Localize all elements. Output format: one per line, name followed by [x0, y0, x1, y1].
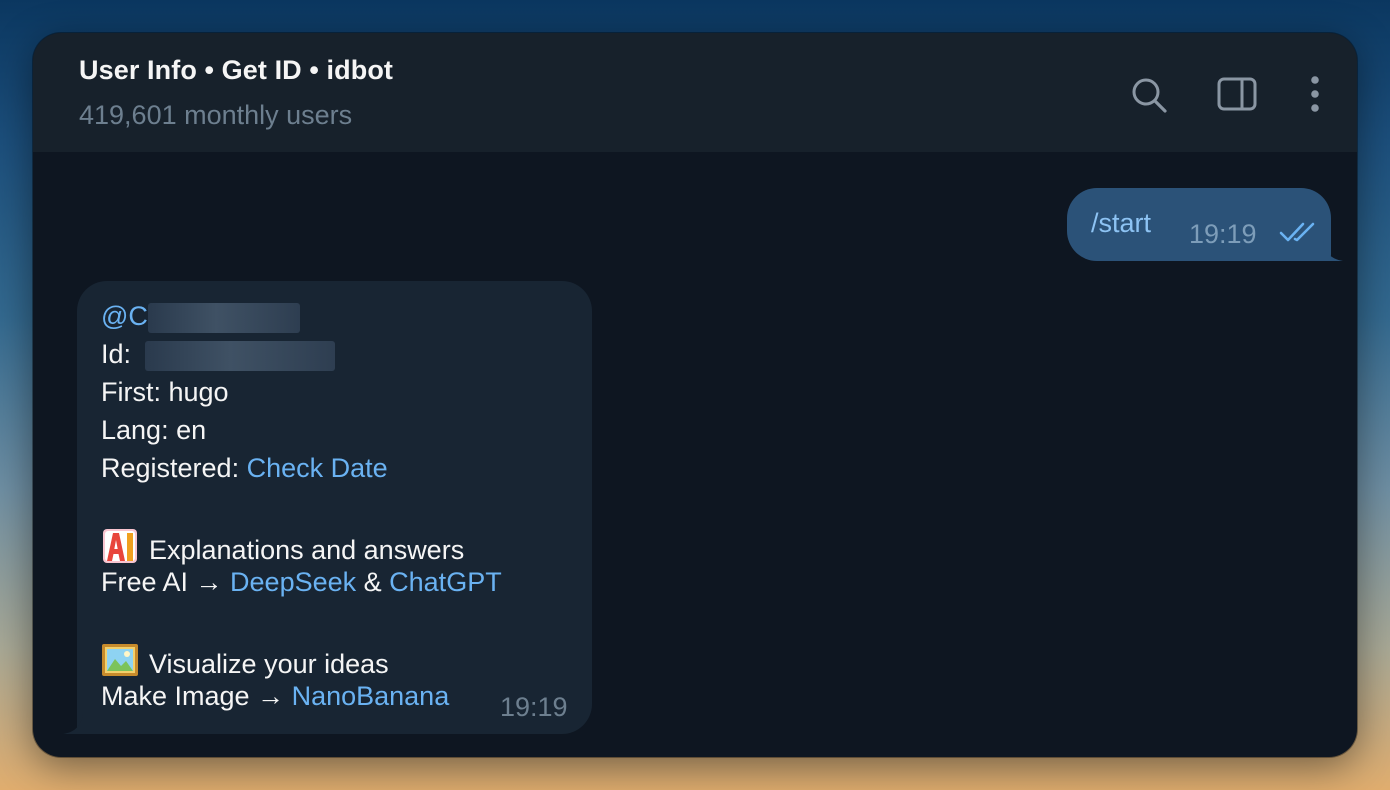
redacted-username: [147, 302, 300, 333]
ai-heading: Explanations and answers: [149, 535, 465, 565]
visualize-heading: Visualize your ideas: [149, 649, 389, 679]
deepseek-link[interactable]: DeepSeek: [230, 567, 356, 597]
chat-window: User Info • Get ID • idbot 419,601 month…: [33, 33, 1357, 757]
chat-subtitle: 419,601 monthly users: [79, 100, 353, 130]
ai-heading-line: Explanations and answers: [101, 527, 464, 565]
check-date-link[interactable]: Check Date: [247, 453, 388, 483]
bubble-tail-icon: [63, 714, 83, 734]
language-line: Lang: en: [101, 415, 207, 445]
framed-picture-icon: [102, 644, 138, 676]
registered-label: Registered:: [101, 453, 247, 483]
id-label: Id:: [101, 339, 139, 369]
ampersand: &: [356, 567, 390, 597]
chatgpt-link[interactable]: ChatGPT: [389, 567, 502, 597]
free-ai-line: Free AI → DeepSeek & ChatGPT: [101, 565, 502, 599]
make-image-label: Make Image →: [101, 681, 292, 711]
id-line: Id:: [101, 337, 335, 371]
incoming-message[interactable]: @C Id: First: hugo Lang: en Registered: …: [63, 281, 592, 734]
registered-line: Registered: Check Date: [101, 451, 388, 485]
free-ai-label: Free AI →: [101, 567, 231, 597]
chat-header: User Info • Get ID • idbot 419,601 month…: [33, 33, 1357, 152]
outgoing-message[interactable]: /start 19:19: [1067, 188, 1343, 261]
visualize-heading-line: Visualize your ideas: [101, 641, 389, 679]
more-vertical-icon[interactable]: [1295, 73, 1335, 117]
make-image-line: Make Image → NanoBanana: [101, 679, 449, 713]
first-name-line: First: hugo: [101, 377, 229, 407]
username-line: @C: [101, 299, 300, 333]
username-link[interactable]: @C: [101, 301, 148, 331]
incoming-message-time: 19:19: [500, 692, 568, 722]
redacted-id: [144, 340, 335, 371]
message-list[interactable]: /start 19:19 @C Id: First: hugo Lang: en: [33, 152, 1357, 757]
double-check-icon: [1279, 222, 1315, 242]
sidebar-toggle-icon[interactable]: [1215, 73, 1259, 117]
outgoing-message-text: /start: [1091, 208, 1152, 238]
chat-title[interactable]: User Info • Get ID • idbot: [79, 55, 393, 86]
outgoing-message-time: 19:19: [1189, 219, 1257, 249]
search-icon[interactable]: [1127, 73, 1171, 117]
ai-icon: [103, 529, 137, 563]
bubble-tail-icon: [1323, 241, 1343, 261]
nanobanana-link[interactable]: NanoBanana: [292, 681, 450, 711]
